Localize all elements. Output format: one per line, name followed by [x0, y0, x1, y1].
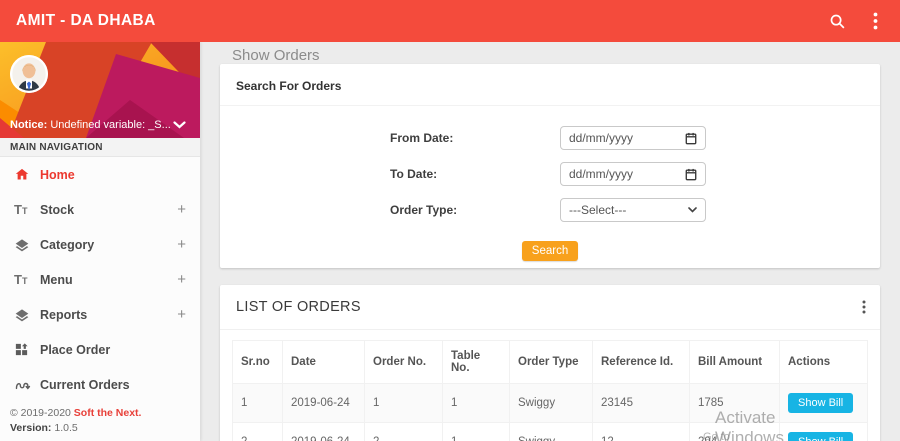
main-content: Show Orders Search For Orders From Date:…: [200, 42, 900, 441]
cell-order-type: Swiggy: [509, 422, 593, 441]
cell-bill-amount: 294: [689, 422, 780, 441]
col-srno: Sr.no: [232, 340, 283, 384]
app-window: AMIT - DA DHABA Notice: Undefined variab…: [0, 0, 900, 441]
col-order-no: Order No.: [364, 340, 443, 384]
app-title: AMIT - DA DHABA: [16, 12, 156, 29]
search-button[interactable]: Search: [521, 241, 579, 261]
version-label: Version:: [10, 422, 52, 434]
search-card-title: Search For Orders: [220, 64, 880, 106]
sidebar-item-menu[interactable]: TT Menu +: [0, 262, 200, 297]
selected-option: ---Select---: [569, 203, 627, 217]
notice-body: Undefined variable: _S...: [47, 119, 171, 131]
cell-date: 2019-06-24: [282, 383, 365, 423]
show-bill-button[interactable]: Show Bill: [788, 393, 854, 413]
col-bill-amount: Bill Amount: [689, 340, 780, 384]
layers-icon: [14, 237, 40, 253]
page-title: Show Orders: [232, 47, 320, 64]
layers-icon: [14, 307, 40, 323]
cell-srno: 1: [232, 383, 283, 423]
cell-reference-id: 12: [592, 422, 690, 441]
orders-table: Sr.no Date Order No. Table No. Order Typ…: [232, 340, 868, 441]
table-header-row: Sr.no Date Order No. Table No. Order Typ…: [232, 340, 868, 384]
sidebar-header-art: Notice: Undefined variable: _S...: [0, 42, 200, 138]
table-row: 2 2019-06-24 2 1 Swiggy 12 294 Show Bill: [232, 422, 868, 441]
gesture-icon: [14, 377, 40, 392]
sidebar-item-label: Stock: [40, 202, 75, 217]
cell-order-no: 1: [364, 383, 443, 423]
more-vertical-icon[interactable]: [864, 10, 886, 32]
sidebar-item-current-orders[interactable]: Current Orders: [0, 367, 200, 402]
expand-plus-icon[interactable]: +: [177, 306, 186, 323]
cell-reference-id: 23145: [592, 383, 690, 423]
date-placeholder: dd/mm/yyyy: [569, 167, 634, 181]
notice-label: Notice:: [10, 119, 48, 131]
brand-link[interactable]: Soft the Next.: [74, 407, 142, 419]
cell-order-no: 2: [364, 422, 443, 441]
table-row: 1 2019-06-24 1 1 Swiggy 23145 1785 Show …: [232, 383, 868, 423]
col-reference-id: Reference Id.: [592, 340, 690, 384]
top-navbar: AMIT - DA DHABA: [0, 0, 900, 42]
text-format-icon: TT: [14, 272, 28, 287]
avatar: [10, 55, 48, 93]
col-order-type: Order Type: [509, 340, 593, 384]
col-actions: Actions: [779, 340, 868, 384]
sidebar-item-label: Reports: [40, 307, 88, 322]
cell-order-type: Swiggy: [509, 383, 593, 423]
order-type-select[interactable]: ---Select---: [560, 198, 706, 222]
sidebar-item-place-order[interactable]: Place Order: [0, 332, 200, 367]
calendar-icon[interactable]: [685, 168, 697, 181]
chevron-down-icon[interactable]: [173, 121, 186, 129]
calendar-icon[interactable]: [685, 132, 697, 145]
list-of-orders-card: LIST OF ORDERS Sr.no Date Order No. Tabl…: [220, 285, 880, 441]
card-options-icon[interactable]: [862, 300, 866, 314]
sidebar-item-category[interactable]: Category +: [0, 227, 200, 262]
sidebar-item-label: Menu: [40, 272, 73, 287]
search-icon[interactable]: [826, 10, 848, 32]
show-bill-button[interactable]: Show Bill: [788, 432, 854, 441]
sidebar-item-stock[interactable]: TT Stock +: [0, 192, 200, 227]
version-line: Version: 1.0.5: [10, 421, 200, 436]
date-placeholder: dd/mm/yyyy: [569, 131, 634, 145]
cell-date: 2019-06-24: [282, 422, 365, 441]
sidebar-item-label: Place Order: [40, 342, 111, 357]
to-date-input[interactable]: dd/mm/yyyy: [560, 162, 706, 186]
col-date: Date: [282, 340, 365, 384]
expand-plus-icon[interactable]: +: [177, 236, 186, 253]
cell-table-no: 1: [442, 422, 510, 441]
order-type-label: Order Type:: [390, 203, 458, 217]
expand-plus-icon[interactable]: +: [177, 271, 186, 288]
cell-table-no: 1: [442, 383, 510, 423]
sidebar-footer: © 2019-2020 Soft the Next. Version: 1.0.…: [0, 402, 200, 436]
from-date-input[interactable]: dd/mm/yyyy: [560, 126, 706, 150]
copyright-line: © 2019-2020 Soft the Next.: [10, 406, 200, 421]
orders-card-title: LIST OF ORDERS: [236, 299, 361, 315]
home-icon: [14, 167, 40, 182]
expand-plus-icon[interactable]: +: [177, 201, 186, 218]
to-date-label: To Date:: [390, 167, 438, 181]
copyright-text: © 2019-2020: [10, 407, 74, 419]
version-value: 1.0.5: [51, 422, 78, 434]
nav-section-label: MAIN NAVIGATION: [0, 138, 200, 157]
text-format-icon: TT: [14, 202, 28, 217]
col-table-no: Table No.: [442, 340, 510, 384]
sidebar-item-reports[interactable]: Reports +: [0, 297, 200, 332]
sidebar: Notice: Undefined variable: _S... MAIN N…: [0, 42, 200, 441]
sidebar-item-label: Current Orders: [40, 377, 130, 392]
sidebar-item-label: Home: [40, 167, 75, 182]
chevron-down-icon: [688, 207, 697, 213]
cell-srno: 2: [232, 422, 283, 441]
widgets-icon: [14, 342, 40, 357]
sidebar-item-label: Category: [40, 237, 95, 252]
notice-message: Notice: Undefined variable: _S...: [10, 119, 171, 131]
sidebar-item-home[interactable]: Home: [0, 157, 200, 192]
search-for-orders-card: Search For Orders From Date: dd/mm/yyyy: [220, 64, 880, 268]
cell-bill-amount: 1785: [689, 383, 780, 423]
from-date-label: From Date:: [390, 131, 454, 145]
